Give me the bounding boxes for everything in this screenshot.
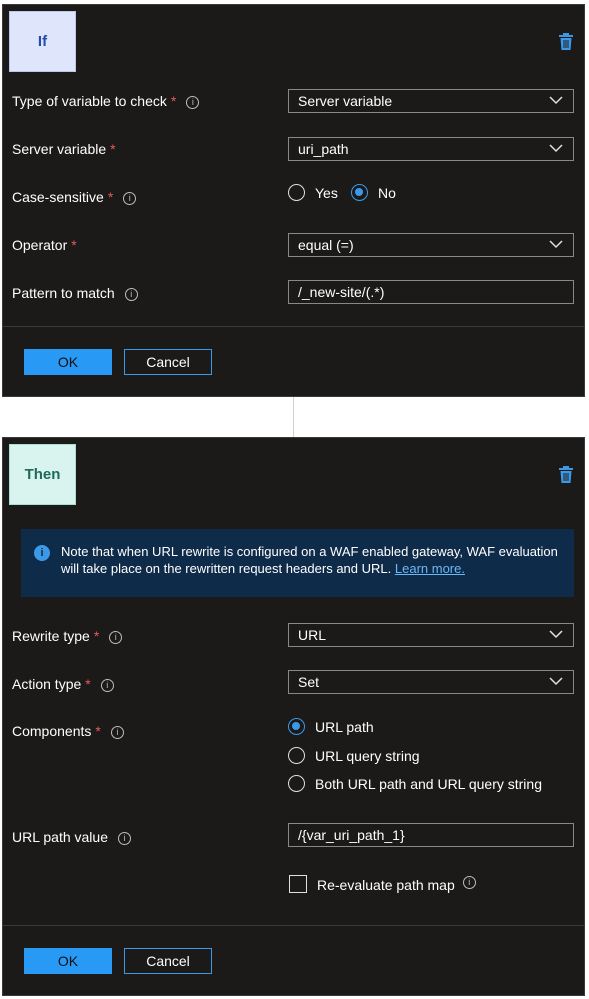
required-marker: * [107,189,114,205]
info-icon[interactable]: i [186,96,200,109]
chevron-down-icon [549,630,563,639]
pattern-to-match-label: Pattern to match i [12,285,138,301]
radio-no-selected[interactable] [351,184,368,201]
info-icon[interactable]: i [110,726,124,739]
cancel-button[interactable]: Cancel [124,948,212,974]
operator-label: Operator * [12,237,77,253]
rewrite-type-dropdown[interactable]: URL [288,623,574,647]
operator-dropdown[interactable]: equal (=) [288,233,574,257]
learn-more-link[interactable]: Learn more. [395,561,465,576]
divider [3,326,584,327]
components-label: Components * i [12,723,124,739]
action-type-dropdown[interactable]: Set [288,670,574,694]
rewrite-type-label: Rewrite type * i [12,628,123,644]
divider [3,925,584,926]
then-action-card: Then i Note that when URL rewrite is con… [2,437,585,996]
component-both[interactable]: Both URL path and URL query string [288,775,542,792]
cancel-button[interactable]: Cancel [124,349,212,375]
radio-yes[interactable] [288,184,305,201]
required-marker: * [110,141,116,157]
connector-line [293,397,294,437]
if-badge: If [9,11,76,72]
info-icon[interactable]: i [462,876,476,889]
chevron-down-icon [549,144,563,153]
info-icon[interactable]: i [124,288,138,301]
url-path-value-input[interactable]: /{var_uri_path_1} [288,823,574,847]
info-icon[interactable]: i [123,192,137,205]
server-variable-dropdown[interactable]: uri_path [288,137,574,161]
if-condition-card: If Type of variable to check * i Server va… [2,4,585,397]
delete-condition-icon[interactable] [558,33,574,51]
chevron-down-icon [549,677,563,686]
required-marker: * [95,723,101,739]
case-sensitive-no[interactable]: No [351,184,396,201]
type-of-variable-dropdown[interactable]: Server variable [288,89,574,113]
ok-button[interactable]: OK [24,349,112,375]
required-marker: * [170,93,177,109]
info-filled-icon: i [34,545,50,561]
radio-url-path-selected[interactable] [288,718,305,735]
chevron-down-icon [549,240,563,249]
info-icon[interactable]: i [117,832,131,845]
type-of-variable-label: Type of variable to check * i [12,93,200,109]
case-sensitive-yes[interactable]: Yes [288,184,338,201]
ok-button[interactable]: OK [24,948,112,974]
required-marker: * [85,676,91,692]
then-badge: Then [9,444,76,505]
url-path-value-label: URL path value i [12,829,131,845]
radio-url-query-string[interactable] [288,747,305,764]
component-url-path[interactable]: URL path [288,718,374,735]
info-icon[interactable]: i [109,631,123,644]
pattern-to-match-input[interactable]: /_new-site/(.*) [288,280,574,304]
case-sensitive-label: Case-sensitive * i [12,189,137,205]
component-url-query-string[interactable]: URL query string [288,747,420,764]
waf-info-banner: i Note that when URL rewrite is configur… [21,529,574,597]
delete-action-icon[interactable] [558,466,574,484]
server-variable-label: Server variable * [12,141,116,157]
action-type-label: Action type * i [12,676,114,692]
reevaluate-path-map-label: Re-evaluate path map i [317,876,476,893]
required-marker: * [93,628,100,644]
info-icon[interactable]: i [100,679,114,692]
reevaluate-path-map-checkbox[interactable] [289,875,307,893]
radio-both[interactable] [288,775,305,792]
required-marker: * [71,237,77,253]
chevron-down-icon [549,96,563,105]
